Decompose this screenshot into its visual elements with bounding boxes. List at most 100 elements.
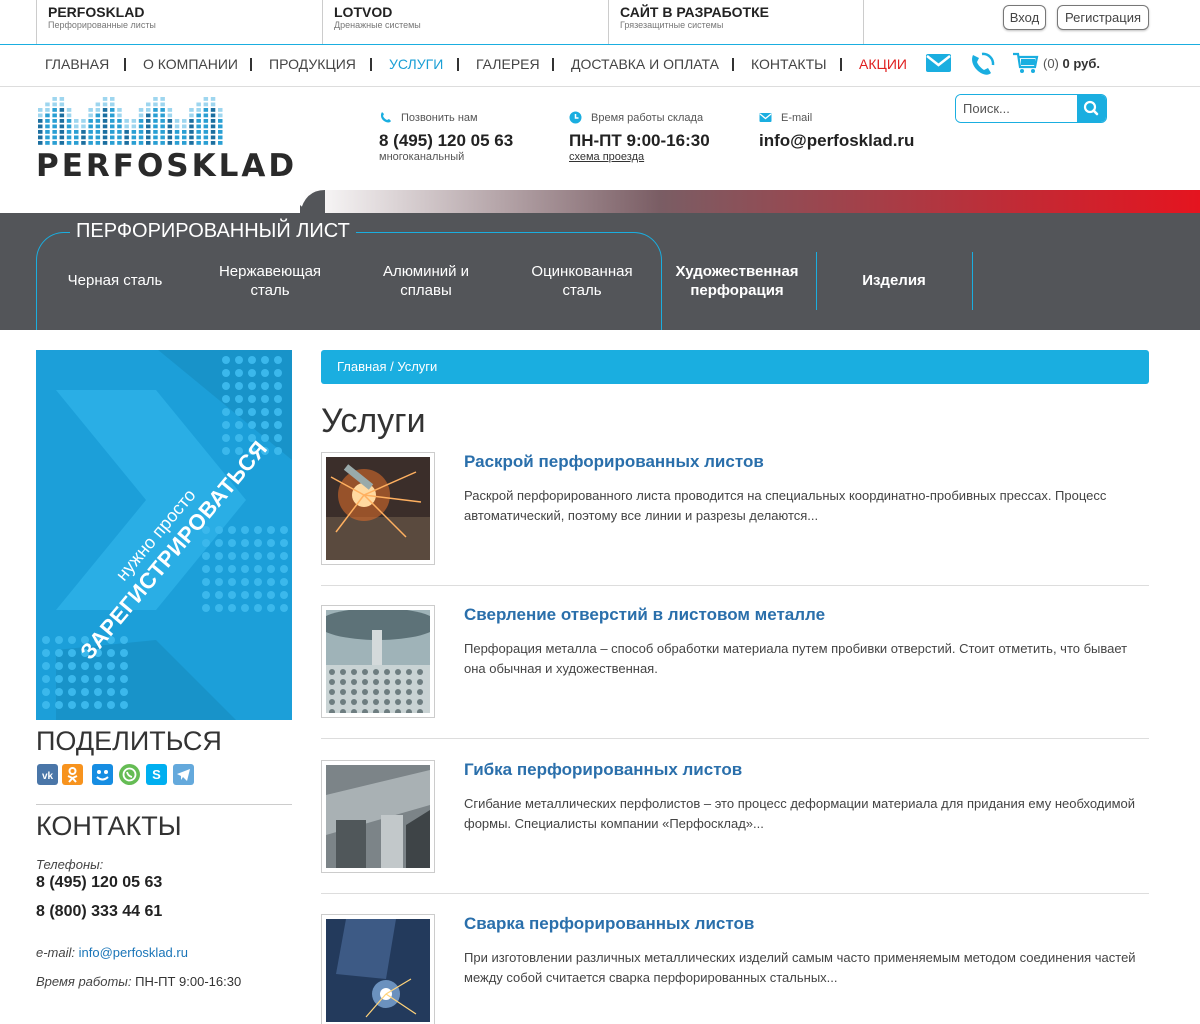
banner-dot (94, 688, 102, 696)
nav-services[interactable]: УСЛУГИ (389, 56, 443, 72)
banner-dot (280, 591, 288, 599)
nav-products[interactable]: ПРОДУКЦИЯ (269, 56, 356, 72)
callback-icon[interactable] (968, 51, 996, 77)
register-button[interactable]: Регистрация (1057, 5, 1149, 30)
logo-dot (218, 113, 223, 118)
service-title[interactable]: Раскрой перфорированных листов (464, 452, 764, 472)
header-phone[interactable]: 8 (495) 120 05 63 (379, 131, 513, 151)
logo-dot (131, 135, 137, 140)
logo-dot (146, 135, 151, 140)
logo-dot (189, 130, 194, 134)
main-nav: ГЛАВНАЯ О КОМПАНИИ ПРОДУКЦИЯ УСЛУГИ ГАЛЕ… (0, 44, 1200, 87)
nav-gallery[interactable]: ГАЛЕРЕЯ (476, 56, 540, 72)
banner-dot (241, 539, 249, 547)
contact-email[interactable]: info@perfosklad.ru (79, 945, 188, 960)
mail-icon[interactable] (925, 53, 952, 73)
logo-dot (45, 130, 50, 134)
logo-dot (131, 119, 137, 123)
logo-dot (196, 130, 201, 134)
search-button[interactable] (1077, 95, 1106, 122)
header-email[interactable]: info@perfosklad.ru (759, 131, 914, 151)
banner-dot (120, 662, 128, 670)
site-subtitle: Перфорированные листы (48, 20, 156, 30)
logo-dot (45, 102, 50, 107)
logo-dot (102, 119, 108, 123)
logo-dot (124, 124, 129, 129)
logo-dot (189, 113, 194, 118)
catalog-stainless-steel[interactable]: Нержавеющая сталь (202, 262, 338, 300)
service-title[interactable]: Сварка перфорированных листов (464, 914, 754, 934)
drill-hole (351, 679, 357, 685)
odnoklassniki-icon[interactable] (62, 764, 83, 785)
search-input[interactable] (956, 95, 1078, 122)
logo-dot (74, 141, 79, 145)
banner-dot (202, 539, 210, 547)
logo-dot (45, 113, 50, 118)
logo-dot (210, 113, 216, 118)
catalog-black-steel[interactable]: Черная сталь (52, 271, 178, 290)
drill-hole (384, 669, 390, 675)
service-title[interactable]: Сверление отверстий в листовом металле (464, 605, 825, 625)
logo-dot (95, 102, 101, 107)
logo-dot (110, 102, 115, 107)
service-thumbnail[interactable] (321, 760, 435, 873)
nav-delivery[interactable]: ДОСТАВКА И ОПЛАТА (571, 56, 719, 72)
service-title[interactable]: Гибка перфорированных листов (464, 760, 742, 780)
banner-dot (280, 565, 288, 573)
logo-dot (210, 97, 216, 101)
route-link[interactable]: схема проезда (569, 151, 710, 163)
service-thumbnail[interactable] (318, 605, 438, 718)
cart-summary[interactable]: (0) 0 руб. (1043, 56, 1100, 71)
logo-dot (59, 119, 65, 123)
cart-icon[interactable] (1012, 52, 1039, 74)
register-banner[interactable]: нужно просто ЗАРЕГИСТРИРОВАТЬСЯ (36, 350, 292, 720)
logo-dot (66, 108, 72, 112)
logo-dot (167, 141, 173, 145)
login-button[interactable]: Вход (1003, 5, 1046, 30)
clock-icon (569, 111, 582, 124)
drilling-image (318, 608, 438, 715)
site-in-development[interactable]: САЙТ В РАЗРАБОТКЕ Грязезащитные системы (608, 0, 864, 44)
nav-separator (840, 58, 842, 71)
nav-about[interactable]: О КОМПАНИИ (143, 56, 238, 72)
logo-dot (138, 119, 144, 123)
service-thumbnail[interactable] (321, 452, 435, 565)
banner-dot (280, 539, 288, 547)
skype-icon[interactable]: S (146, 764, 167, 785)
header-phone-block: Позвонить нам 8 (495) 120 05 63 многокан… (379, 112, 513, 163)
site-perfosklad[interactable]: PERFOSKLAD Перфорированные листы (36, 0, 322, 44)
banner-dot (280, 604, 288, 612)
nav-contacts[interactable]: КОНТАКТЫ (751, 56, 827, 72)
logo-dot (153, 113, 158, 118)
catalog-art-perforation[interactable]: Художественная перфорация (664, 262, 810, 300)
site-lotvod[interactable]: LOTVOD Дренажные системы (322, 0, 608, 44)
logo-dot (131, 124, 137, 129)
logo-dot (182, 124, 187, 129)
vk-icon[interactable]: vk (37, 764, 58, 785)
service-description: Сгибание металлических перфолистов – это… (464, 796, 1136, 831)
logo-dot (146, 124, 151, 129)
catalog-aluminum[interactable]: Алюминий и сплавы (360, 262, 492, 300)
logo-text[interactable]: PERFOSKLAD (36, 148, 297, 184)
logo-dot (160, 97, 165, 101)
logo-dot (88, 135, 93, 140)
nav-sales[interactable]: АКЦИИ (859, 56, 907, 72)
catalog-galvanized[interactable]: Оцинкованная сталь (512, 262, 652, 300)
service-thumbnail[interactable] (321, 914, 435, 1024)
header-hours: ПН-ПТ 9:00-16:30 (569, 131, 710, 150)
whatsapp-icon[interactable] (119, 764, 140, 785)
contact-phone-1[interactable]: 8 (495) 120 05 63 (36, 874, 162, 892)
logo-dot (95, 119, 101, 123)
catalog-band: ПЕРФОРИРОВАННЫЙ ЛИСТ Черная сталь Нержав… (0, 190, 1200, 330)
catalog-products[interactable]: Изделия (830, 271, 958, 290)
logo-dot (95, 124, 101, 129)
breadcrumb[interactable]: Главная / Услуги (321, 350, 1149, 384)
logo-dot (52, 130, 57, 134)
banner-dot (248, 382, 256, 390)
banner-dot (222, 408, 230, 416)
contact-phone-2[interactable]: 8 (800) 333 44 61 (36, 903, 162, 921)
logo-dot (210, 119, 216, 123)
nav-home[interactable]: ГЛАВНАЯ (45, 56, 109, 72)
telegram-icon[interactable] (173, 764, 194, 785)
moimir-icon[interactable] (92, 764, 113, 785)
